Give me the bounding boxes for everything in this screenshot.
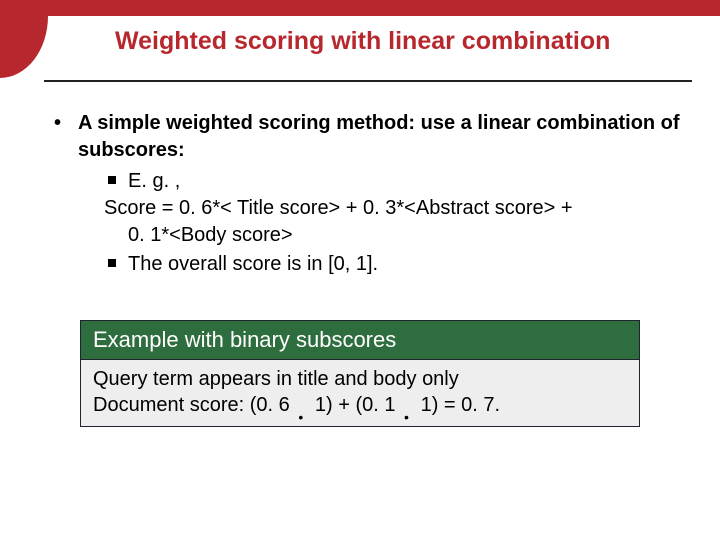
formula-line-1: Score = 0. 6*< Title score> + 0. 3*<Abst…	[104, 197, 573, 219]
body-area: A simple weighted scoring method: use a …	[50, 110, 680, 278]
example-line-2a: Document score: (0. 6	[93, 394, 295, 416]
formula-line-2: 0. 1*<Body score>	[104, 222, 680, 249]
bullet-eg: E. g. ,	[50, 168, 680, 195]
example-header: Example with binary subscores	[80, 320, 640, 360]
title-underline	[44, 80, 692, 82]
example-line-2: Document score: (0. 6 1) + (0. 1 1) = 0.…	[93, 392, 627, 418]
top-stripe	[0, 0, 720, 16]
slide: Weighted scoring with linear combination…	[0, 0, 720, 540]
example-line-2c: 1) = 0. 7.	[415, 394, 500, 416]
bullet-main: A simple weighted scoring method: use a …	[50, 110, 680, 164]
example-line-2b: 1) + (0. 1	[309, 394, 401, 416]
example-line-1: Query term appears in title and body onl…	[93, 366, 627, 392]
slide-title: Weighted scoring with linear combination	[115, 26, 720, 57]
bullet-overall: The overall score is in [0, 1].	[50, 251, 680, 278]
example-box: Example with binary subscores Query term…	[80, 320, 640, 427]
example-body: Query term appears in title and body onl…	[80, 360, 640, 427]
title-area: Weighted scoring with linear combination	[0, 26, 720, 57]
score-formula: Score = 0. 6*< Title score> + 0. 3*<Abst…	[50, 195, 680, 249]
